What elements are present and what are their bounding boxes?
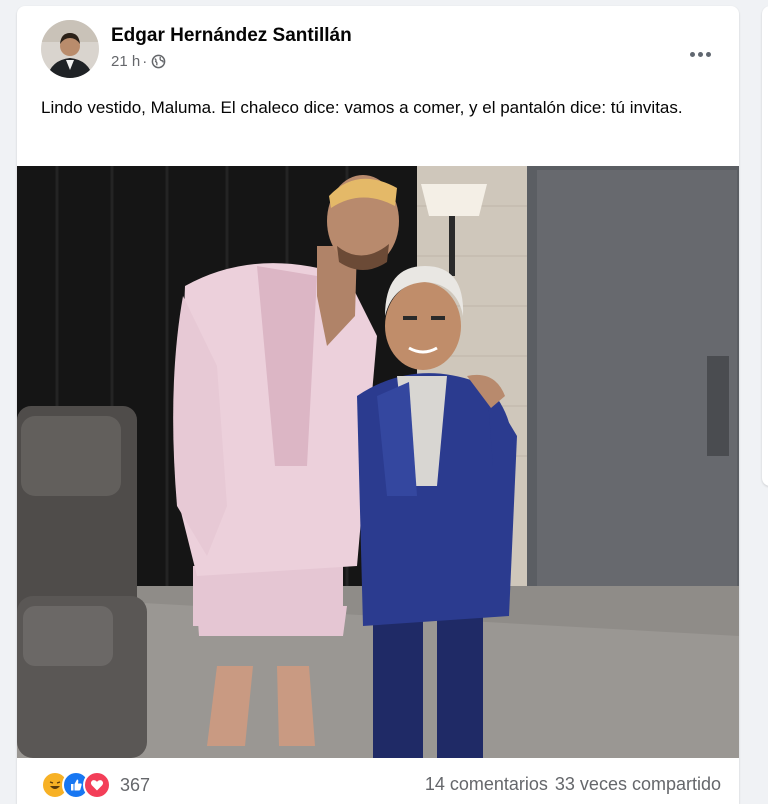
meta-separator: · [142,53,148,70]
post-time[interactable]: 21 h [111,53,140,70]
author-name[interactable]: Edgar Hernández Santillán [111,25,352,47]
globe-icon[interactable] [151,54,166,69]
shares-count-link[interactable]: 33 veces compartido [555,774,721,795]
post-card: Edgar Hernández Santillán 21 h · Lindo v… [17,6,739,804]
side-panel-edge [762,6,768,486]
post-text: Lindo vestido, Maluma. El chaleco dice: … [41,98,683,117]
post-stats: 14 comentarios 33 veces compartido [425,774,721,795]
author-avatar[interactable] [41,20,99,78]
love-icon [83,771,111,799]
reactions-summary[interactable]: 367 [41,771,151,799]
comments-count-link[interactable]: 14 comentarios [425,774,548,795]
post-footer: 367 14 comentarios 33 veces compartido [41,766,721,800]
post-photo[interactable] [17,166,739,758]
more-options-icon[interactable] [685,44,715,64]
post-header: Edgar Hernández Santillán 21 h · [41,20,721,80]
post-meta: 21 h · [111,53,166,70]
reaction-count: 367 [120,774,151,795]
